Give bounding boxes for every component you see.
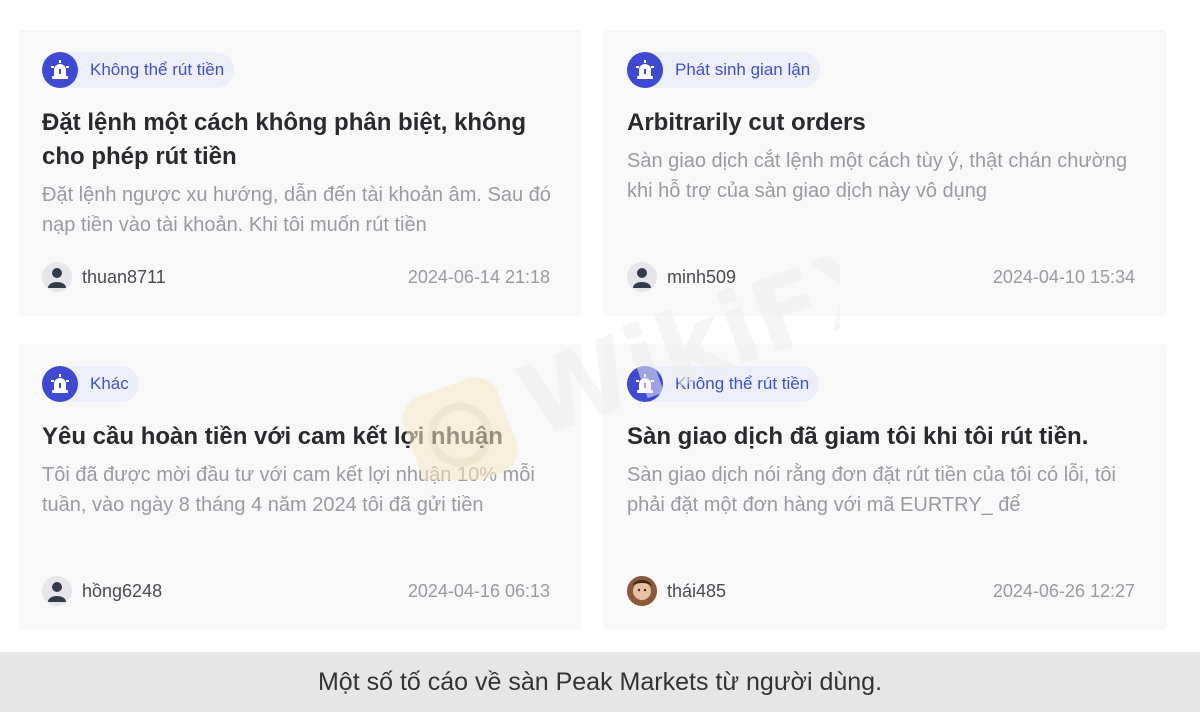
category-tag-label: Phát sinh gian lận [675, 60, 811, 79]
caption-bar: Một số tố cáo về sàn Peak Markets từ ngư… [0, 652, 1200, 712]
category-tag-label: Khác [90, 374, 129, 393]
complaint-title[interactable]: Yêu cầu hoàn tiền với cam kết lợi nhuận [42, 420, 558, 454]
complaint-title[interactable]: Đặt lệnh một cách không phân biệt, không… [42, 106, 558, 174]
username[interactable]: hồng6248 [82, 581, 162, 602]
username[interactable]: minh509 [667, 267, 736, 288]
username[interactable]: thuan8711 [82, 267, 166, 288]
alarm-siren-icon [627, 52, 663, 88]
complaint-card[interactable]: Khác Yêu cầu hoàn tiền với cam kết lợi n… [18, 344, 582, 630]
category-tag: Khác [42, 366, 139, 402]
category-tag-label: Không thể rút tiền [90, 60, 225, 79]
complaint-card[interactable]: Không thể rút tiền Đặt lệnh một cách khô… [18, 30, 582, 316]
complaint-title[interactable]: Arbitrarily cut orders [627, 106, 1143, 140]
photo-avatar[interactable] [627, 576, 657, 606]
category-tag-label: Không thể rút tiền [675, 374, 810, 393]
category-tag: Phát sinh gian lận [627, 52, 821, 88]
card-footer: minh509 2024-04-10 15:34 [627, 262, 1135, 292]
default-user-icon[interactable] [627, 262, 657, 292]
post-date: 2024-04-10 15:34 [992, 266, 1135, 287]
default-user-icon[interactable] [42, 262, 72, 292]
category-tag: Không thể rút tiền [42, 52, 235, 88]
card-footer: hồng6248 2024-04-16 06:13 [42, 576, 550, 606]
alarm-siren-icon [42, 52, 78, 88]
complaint-excerpt: Tôi đã được mời đầu tư với cam kết lợi n… [42, 464, 535, 516]
card-footer: thuan8711 2024-06-14 21:18 [42, 262, 550, 292]
post-date: 2024-06-26 12:27 [992, 580, 1135, 601]
image-caption: Một số tố cáo về sàn Peak Markets từ ngư… [317, 667, 883, 696]
post-date: 2024-04-16 06:13 [407, 580, 550, 601]
complaint-excerpt: Sàn giao dịch cắt lệnh một cách tùy ý, t… [627, 150, 1128, 202]
username[interactable]: thái485 [667, 581, 726, 602]
alarm-siren-icon [42, 366, 78, 402]
category-tag: Không thể rút tiền [627, 366, 820, 402]
alarm-siren-icon [627, 366, 663, 402]
card-footer: thái485 2024-06-26 12:27 [627, 576, 1135, 606]
complaint-card[interactable]: Không thể rút tiền Sàn giao dịch đã giam… [603, 344, 1167, 630]
complaint-title[interactable]: Sàn giao dịch đã giam tôi khi tôi rút ti… [627, 420, 1143, 454]
default-user-icon[interactable] [42, 576, 72, 606]
complaint-excerpt: Sàn giao dịch nói rằng đơn đặt rút tiền … [627, 464, 1116, 516]
complaint-card[interactable]: Phát sinh gian lận Arbitrarily cut order… [603, 30, 1167, 316]
complaint-excerpt: Đặt lệnh ngược xu hướng, dẫn đến tài kho… [42, 184, 551, 236]
post-date: 2024-06-14 21:18 [407, 266, 550, 287]
